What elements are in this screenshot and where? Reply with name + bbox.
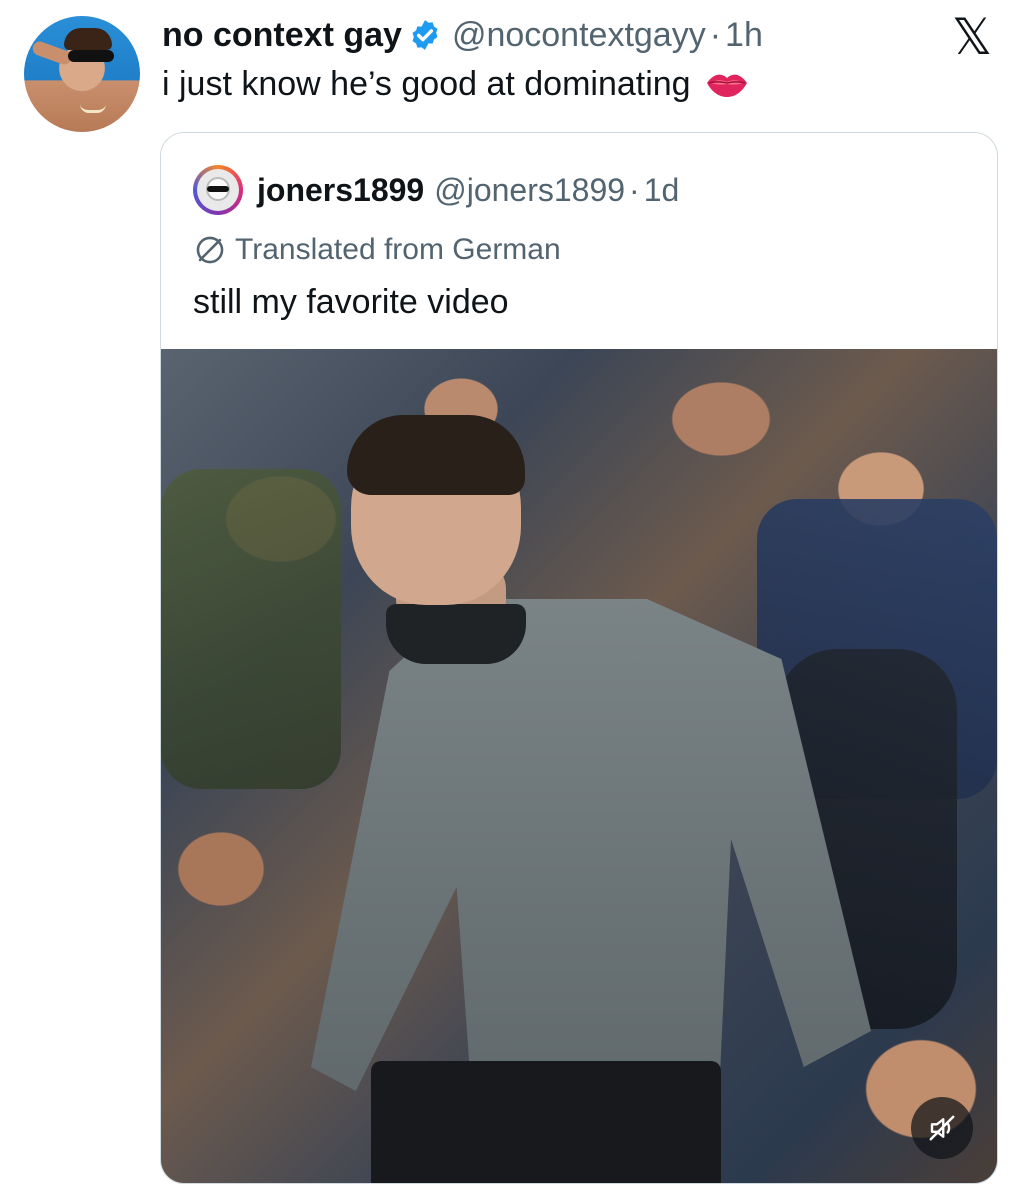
tweet-header: no context gay @nocontextgayy · 1h [162,14,763,56]
translate-globe-icon [196,236,224,264]
author-display-name[interactable]: no context gay [162,14,402,56]
x-logo-icon[interactable]: 𝕏 [946,12,998,62]
quoted-author-handle[interactable]: @joners1899 [434,170,625,210]
crowd-left [161,469,341,789]
quoted-tweet-text: still my favorite video [193,283,509,321]
quoted-author-avatar[interactable] [193,165,243,215]
tweet-text: i just know he’s good at dominating [162,65,691,103]
avatar-necklace [80,104,106,113]
quoted-avatar-image [197,169,239,211]
author-handle[interactable]: @nocontextgayy [452,14,706,56]
unmute-button[interactable] [911,1097,973,1159]
speaker-muted-icon [929,1115,955,1141]
tweet-body: i just know he’s good at dominating [162,62,749,106]
separator-dot: · [709,16,722,54]
translation-indicator[interactable]: Translated from German [193,231,561,269]
avatar-hair [64,28,112,50]
main-person-hair [347,415,525,495]
quoted-tweet-card[interactable]: joners1899 @joners1899 · 1d Translated f… [160,132,998,1184]
lips-icon [706,74,747,97]
quoted-video[interactable] [161,349,997,1183]
verified-badge-icon [412,20,438,50]
author-avatar[interactable] [24,16,140,132]
translated-label: Translated from German [235,233,561,266]
quoted-tweet-timestamp[interactable]: 1d [644,170,680,210]
quoted-tweet-header: joners1899 @joners1899 · 1d [193,165,679,215]
avatar-sunglasses [68,50,114,62]
main-person-trousers [371,1061,721,1183]
tweet-timestamp[interactable]: 1h [725,14,763,56]
quoted-author-display-name[interactable]: joners1899 [257,170,424,210]
main-person-collar [386,604,526,664]
quoted-separator-dot: · [629,172,640,208]
